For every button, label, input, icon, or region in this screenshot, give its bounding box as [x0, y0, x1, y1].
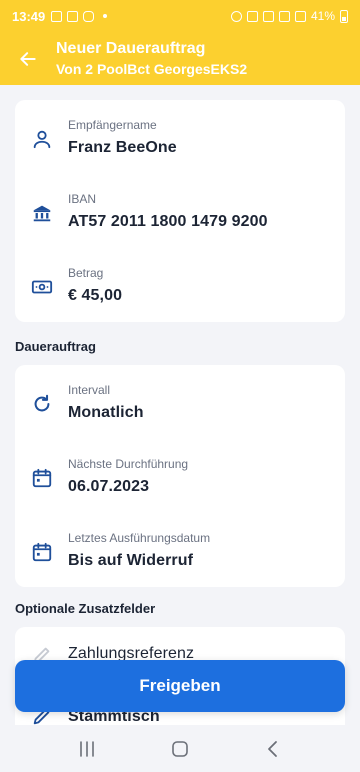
next-execution-row[interactable]: Nächste Durchführung 06.07.2023 — [15, 439, 345, 513]
last-execution-value: Bis auf Widerruf — [68, 552, 194, 569]
battery-percent: 41% — [310, 9, 335, 23]
iban-value: AT57 2011 1800 1479 9200 — [68, 213, 268, 230]
status-time: 13:49 — [12, 8, 46, 24]
interval-row[interactable]: Intervall Monatlich — [15, 365, 345, 439]
iban-label: IBAN — [68, 192, 97, 206]
last-execution-row[interactable]: Letztes Ausführungsdatum Bis auf Widerru… — [15, 513, 345, 587]
recipient-card: Empfängername Franz BeeOne IBAN AT57 201… — [15, 100, 345, 322]
amount-row[interactable]: Betrag € 45,00 — [15, 248, 345, 322]
form-content[interactable]: Empfängername Franz BeeOne IBAN AT57 201… — [0, 85, 360, 725]
page-title: Neuer Dauerauftrag — [56, 39, 206, 57]
recipient-name-value: Franz BeeOne — [68, 139, 177, 156]
chevron-left-icon — [268, 740, 278, 757]
back-button[interactable] — [0, 32, 56, 85]
system-nav-bar — [0, 725, 360, 772]
instagram-icon — [83, 10, 95, 22]
home-button[interactable] — [160, 733, 200, 765]
calendar-icon — [32, 468, 52, 488]
next-execution-label: Nächste Durchführung — [68, 457, 189, 471]
page-subtitle: Von 2 PoolBct GeorgesEKS2 — [56, 60, 248, 77]
bluetooth-icon — [246, 10, 258, 22]
last-execution-label: Letztes Ausführungsdatum — [68, 531, 211, 545]
section-title-optional: Optionale Zusatzfelder — [15, 601, 156, 616]
alarm-icon — [230, 10, 242, 22]
status-bar: 13:49 41% — [0, 0, 360, 32]
banknote-icon — [31, 280, 53, 294]
amount-label: Betrag — [68, 266, 104, 280]
gallery-icon — [51, 10, 63, 22]
home-icon — [172, 740, 188, 757]
amount-value: € 45,00 — [68, 287, 123, 304]
battery-icon — [340, 9, 348, 23]
recipient-name-label: Empfängername — [68, 118, 157, 132]
bank-icon — [33, 205, 51, 222]
person-icon — [33, 130, 51, 149]
back-nav-button[interactable] — [253, 733, 293, 765]
standing-order-card: Intervall Monatlich Nächste Durchführung… — [15, 365, 345, 587]
notification-dot-icon — [103, 14, 108, 18]
recent-apps-icon — [79, 740, 94, 757]
wifi-icon — [278, 10, 290, 22]
app-header: Neuer Dauerauftrag Von 2 PoolBct Georges… — [0, 32, 360, 85]
iban-row[interactable]: IBAN AT57 2011 1800 1479 9200 — [15, 174, 345, 248]
recipient-name-row[interactable]: Empfängername Franz BeeOne — [15, 100, 345, 174]
repeat-icon — [34, 394, 50, 412]
signal-icon — [294, 10, 306, 22]
mute-icon — [262, 10, 274, 22]
arrow-left-icon — [20, 51, 36, 66]
recent-apps-button[interactable] — [67, 733, 107, 765]
calendar-icon — [32, 542, 52, 562]
interval-value: Monatlich — [68, 404, 144, 421]
section-title-dauerauftrag: Dauerauftrag — [15, 339, 96, 354]
interval-label: Intervall — [68, 383, 111, 397]
mail-icon — [67, 10, 79, 22]
next-execution-value: 06.07.2023 — [68, 478, 150, 495]
release-button[interactable]: Freigeben — [15, 660, 345, 712]
